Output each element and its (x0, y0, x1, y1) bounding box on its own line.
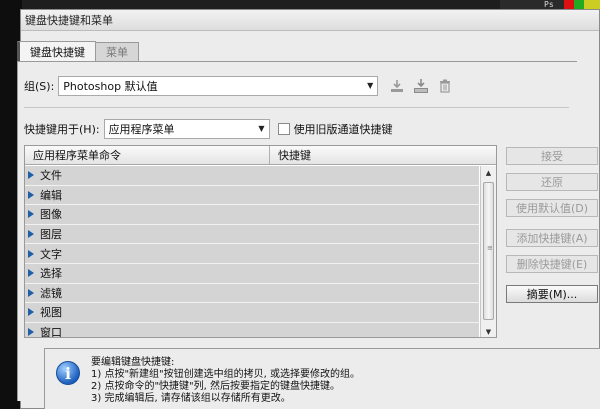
summarize-button[interactable]: 摘要(M)... (506, 285, 598, 303)
table-body: 文件 编辑 图像 图层 文字 选择 滤镜 视图 窗口 (25, 166, 479, 338)
column-header-command[interactable]: 应用程序菜单命令 (25, 146, 270, 164)
expand-triangle-icon[interactable] (28, 308, 34, 317)
corner-badge: Ps (544, 0, 554, 9)
scroll-down-icon[interactable]: ▼ (481, 325, 496, 337)
expand-triangle-icon[interactable] (28, 190, 34, 199)
table-row[interactable]: 图像 (25, 205, 479, 225)
row-label: 图层 (40, 228, 62, 242)
help-line: 要编辑键盘快捷键: (91, 357, 175, 368)
expand-triangle-icon[interactable] (28, 249, 34, 258)
tab-divider (17, 61, 577, 62)
title-bar[interactable]: 键盘快捷键和菜单 (21, 10, 599, 31)
window-title: 键盘快捷键和菜单 (25, 14, 113, 27)
row-label: 滤镜 (40, 286, 62, 300)
tab-strip: 键盘快捷键 菜单 (17, 41, 139, 61)
table-row[interactable]: 窗口 (25, 322, 479, 338)
set-dropdown[interactable]: Photoshop 默认值 ▼ (58, 76, 379, 96)
separator (24, 107, 569, 108)
button-label: 摘要(M)... (526, 288, 578, 301)
help-panel: i 要编辑键盘快捷键: 1) 点按"新建组"按钮创建选中组的拷贝, 或选择要修改… (44, 348, 600, 409)
expand-triangle-icon[interactable] (28, 210, 34, 219)
table-row[interactable]: 文件 (25, 166, 479, 186)
help-line: 2) 点按命令的"快捷键"列, 然后按要指定的键盘快捷键。 (91, 381, 340, 392)
expand-triangle-icon[interactable] (28, 328, 34, 337)
tab-label: 菜单 (106, 46, 128, 59)
delete-shortcut-button[interactable]: 删除快捷键(E) (506, 255, 598, 273)
info-icon: i (56, 361, 80, 385)
scroll-thumb[interactable]: ≡ (483, 182, 494, 320)
tab-menus[interactable]: 菜单 (95, 42, 139, 61)
legacy-channel-checkbox[interactable] (277, 123, 290, 135)
grip-icon: ≡ (487, 244, 493, 252)
expand-triangle-icon[interactable] (28, 288, 34, 297)
button-label: 还原 (541, 176, 563, 189)
table-row[interactable]: 滤镜 (25, 283, 479, 304)
delete-set-icon[interactable] (436, 77, 454, 95)
button-label: 接受 (541, 150, 563, 163)
button-label: 删除快捷键(E) (516, 258, 588, 271)
vertical-scrollbar[interactable]: ▲ ≡ ▼ (480, 166, 496, 337)
help-line: 3) 完成编辑后, 请存储该组以存储所有更改。 (91, 393, 291, 404)
row-label: 文件 (40, 169, 62, 183)
row-label: 选择 (40, 267, 62, 281)
row-label: 文字 (40, 247, 62, 261)
table-row[interactable]: 图层 (25, 224, 479, 245)
command-table: 应用程序菜单命令 快捷键 文件 编辑 图像 图层 文字 选择 滤镜 视图 窗口 … (24, 145, 497, 338)
expand-triangle-icon[interactable] (28, 171, 34, 180)
expand-triangle-icon[interactable] (28, 230, 34, 239)
accept-button[interactable]: 接受 (506, 147, 598, 165)
table-header: 应用程序菜单命令 快捷键 (25, 146, 496, 165)
legacy-channel-label: 使用旧版通道快捷键 (293, 123, 393, 136)
column-header-shortcut[interactable]: 快捷键 (270, 146, 311, 164)
set-row: 组(S): Photoshop 默认值 ▼ (24, 76, 454, 96)
help-text: 要编辑键盘快捷键: 1) 点按"新建组"按钮创建选中组的拷贝, 或选择要修改的组… (91, 357, 360, 405)
shortcuts-for-dropdown[interactable]: 应用程序菜单 ▼ (103, 119, 270, 139)
table-row[interactable]: 选择 (25, 263, 479, 284)
help-line: 1) 点按"新建组"按钮创建选中组的拷贝, 或选择要修改的组。 (91, 369, 360, 380)
table-row[interactable]: 文字 (25, 244, 479, 264)
add-shortcut-button[interactable]: 添加快捷键(A) (506, 229, 598, 247)
expand-triangle-icon[interactable] (28, 269, 34, 278)
shortcuts-for-row: 快捷键用于(H): 应用程序菜单 ▼ 使用旧版通道快捷键 (24, 119, 393, 139)
row-label: 图像 (40, 208, 62, 222)
set-label: 组(S): (24, 80, 55, 93)
row-label: 窗口 (40, 326, 62, 338)
use-default-button[interactable]: 使用默认值(D) (506, 199, 598, 217)
shortcuts-for-label: 快捷键用于(H): (24, 123, 100, 136)
dropdown-arrow-icon: ▼ (367, 81, 374, 90)
dropdown-arrow-icon: ▼ (258, 124, 265, 133)
new-set-icon[interactable] (412, 77, 430, 95)
button-label: 使用默认值(D) (515, 202, 589, 215)
table-row[interactable]: 视图 (25, 303, 479, 323)
row-label: 视图 (40, 306, 62, 320)
save-set-icon[interactable] (388, 77, 406, 95)
shortcuts-for-value: 应用程序菜单 (108, 123, 175, 136)
table-row[interactable]: 编辑 (25, 185, 479, 206)
set-value: Photoshop 默认值 (63, 80, 158, 93)
row-label: 编辑 (40, 188, 62, 202)
scroll-up-icon[interactable]: ▲ (481, 166, 496, 180)
button-label: 添加快捷键(A) (516, 232, 588, 245)
undo-button[interactable]: 还原 (506, 173, 598, 191)
tab-keyboard-shortcuts[interactable]: 键盘快捷键 (17, 41, 96, 61)
tab-label: 键盘快捷键 (30, 45, 85, 59)
